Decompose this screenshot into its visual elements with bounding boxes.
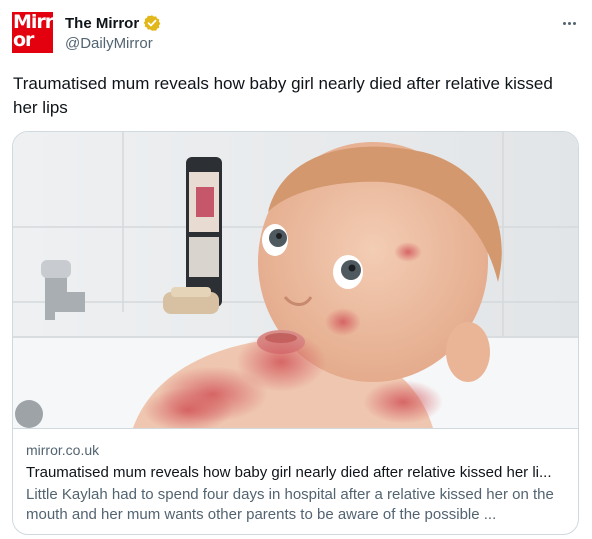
avatar[interactable]: Mirr or xyxy=(12,12,53,53)
card-domain[interactable]: mirror.co.uk xyxy=(26,442,99,458)
link-card[interactable]: mirror.co.uk Traumatised mum reveals how… xyxy=(12,131,579,535)
card-title[interactable]: Traumatised mum reveals how baby girl ne… xyxy=(26,463,571,483)
handle[interactable]: @DailyMirror xyxy=(65,35,153,52)
avatar-logo-line2: or xyxy=(13,29,34,51)
tweet-text: Traumatised mum reveals how baby girl ne… xyxy=(13,74,553,117)
card-image[interactable] xyxy=(13,132,578,428)
tweet: Mirr or The Mirror @DailyMirror Traumati… xyxy=(0,0,592,539)
card-description[interactable]: Little Kaylah had to spend four days in … xyxy=(26,485,566,525)
display-name[interactable]: The Mirror xyxy=(65,15,139,32)
verified-badge-icon[interactable] xyxy=(143,14,161,32)
card-divider xyxy=(13,428,578,429)
more-options-icon[interactable] xyxy=(558,14,580,32)
name-row: The Mirror xyxy=(65,13,161,33)
